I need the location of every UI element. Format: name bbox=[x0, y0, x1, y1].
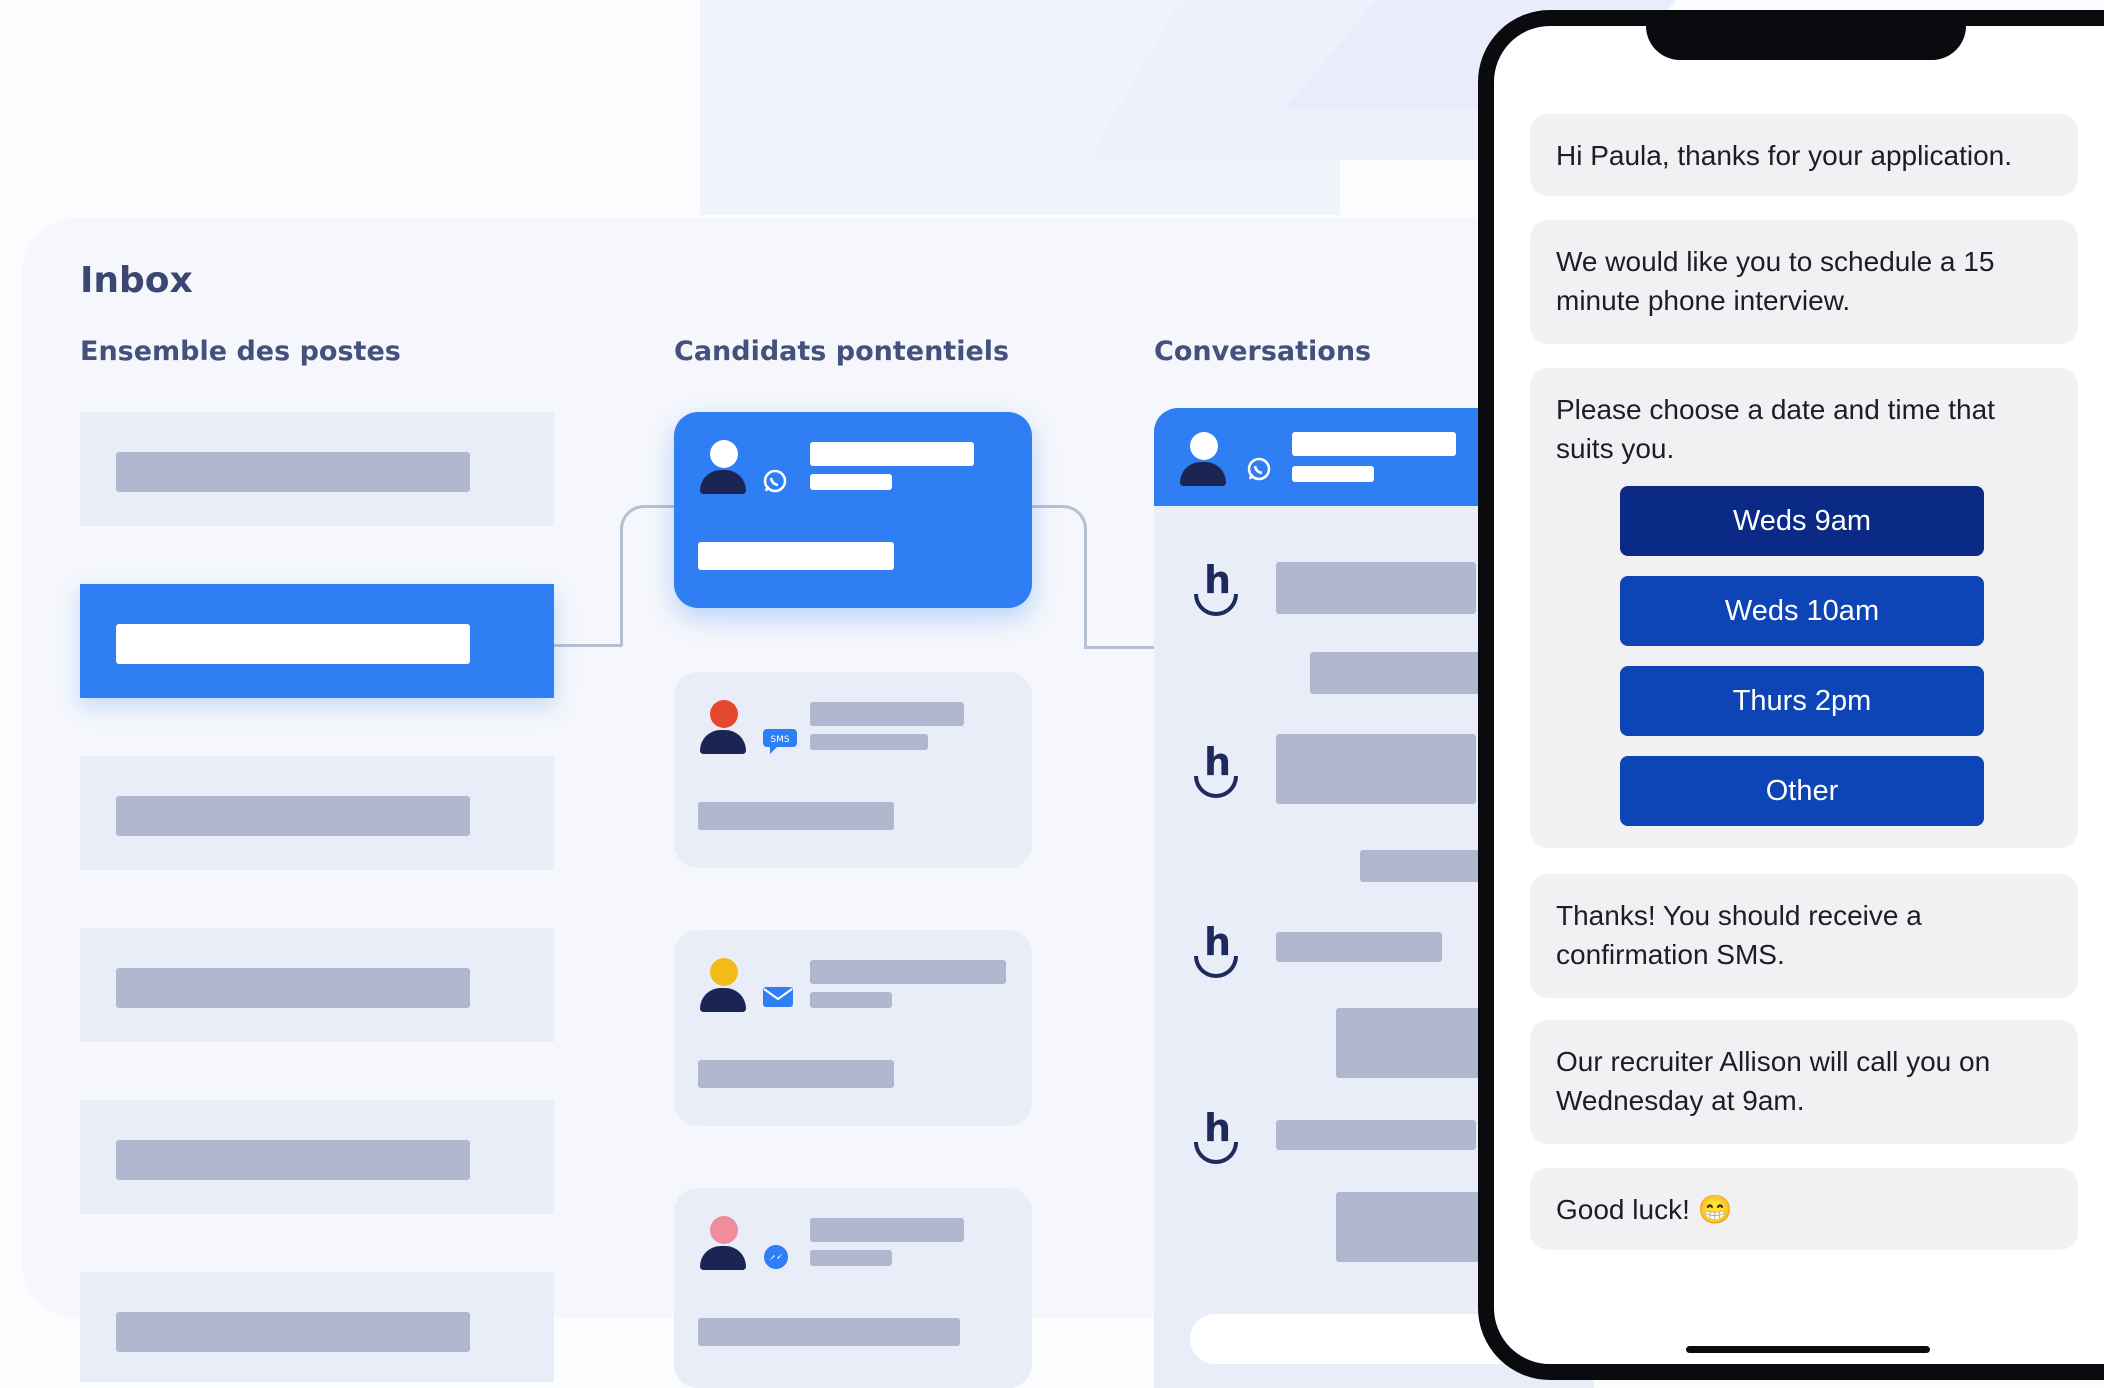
home-indicator bbox=[1686, 1346, 1930, 1353]
candidate-card[interactable] bbox=[674, 1188, 1032, 1388]
job-item-selected[interactable] bbox=[80, 584, 554, 698]
candidate-name-placeholder bbox=[810, 1218, 964, 1242]
sms-icon: SMS bbox=[762, 728, 798, 758]
svg-text:SMS: SMS bbox=[770, 735, 789, 745]
avatar bbox=[698, 440, 748, 496]
job-item[interactable] bbox=[80, 756, 554, 870]
job-item[interactable] bbox=[80, 1100, 554, 1214]
job-title-placeholder bbox=[116, 1140, 470, 1180]
mail-icon bbox=[762, 986, 794, 1012]
job-item[interactable] bbox=[80, 928, 554, 1042]
phone-notch bbox=[1646, 10, 1966, 60]
option-button-other[interactable]: Other bbox=[1620, 756, 1984, 826]
chat-message: Hi Paula, thanks for your application. bbox=[1530, 114, 2078, 196]
message-placeholder bbox=[1276, 734, 1476, 804]
candidate-meta-placeholder bbox=[810, 734, 928, 750]
whatsapp-icon bbox=[762, 468, 788, 498]
connector-line bbox=[620, 505, 677, 646]
connector-line bbox=[1084, 642, 1154, 649]
message-text: Our recruiter Allison will call you on W… bbox=[1556, 1046, 1991, 1116]
column-title-candidates: Candidats pontentiels bbox=[674, 336, 1010, 367]
avatar bbox=[698, 958, 748, 1014]
avatar bbox=[698, 700, 748, 756]
contact-name-placeholder bbox=[1292, 432, 1456, 456]
candidate-detail-placeholder bbox=[698, 802, 894, 830]
whatsapp-icon bbox=[1246, 456, 1272, 486]
message-text: Hi Paula, thanks for your application. bbox=[1556, 140, 2013, 171]
message-placeholder bbox=[1276, 1120, 1476, 1150]
messenger-icon bbox=[762, 1244, 790, 1276]
candidate-card[interactable]: SMS bbox=[674, 672, 1032, 868]
chat-message: Good luck! 😁 bbox=[1530, 1168, 2078, 1250]
candidate-detail-placeholder bbox=[698, 1318, 960, 1346]
chat-message: Thanks! You should receive a confirmatio… bbox=[1530, 874, 2078, 998]
bot-logo-icon: h bbox=[1190, 922, 1246, 986]
avatar bbox=[698, 1216, 748, 1272]
option-button-weds-10am[interactable]: Weds 10am bbox=[1620, 576, 1984, 646]
option-button-weds-9am[interactable]: Weds 9am bbox=[1620, 486, 1984, 556]
candidate-card[interactable] bbox=[674, 930, 1032, 1126]
candidate-meta-placeholder bbox=[810, 992, 892, 1008]
bot-logo-icon: h bbox=[1190, 1108, 1246, 1172]
candidate-name-placeholder bbox=[810, 960, 1006, 984]
job-title-placeholder bbox=[116, 968, 470, 1008]
candidate-name-placeholder bbox=[810, 442, 974, 466]
connector-line bbox=[554, 508, 622, 647]
message-placeholder bbox=[1276, 562, 1476, 614]
message-text: Good luck! 😁 bbox=[1556, 1194, 1733, 1225]
connector-line bbox=[1032, 505, 1087, 648]
message-text: Thanks! You should receive a confirmatio… bbox=[1556, 900, 1922, 970]
contact-meta-placeholder bbox=[1292, 466, 1374, 482]
job-title-placeholder bbox=[116, 452, 470, 492]
option-button-thurs-2pm[interactable]: Thurs 2pm bbox=[1620, 666, 1984, 736]
message-placeholder bbox=[1276, 932, 1442, 962]
avatar bbox=[1178, 432, 1228, 488]
job-title-placeholder bbox=[116, 796, 470, 836]
column-title-conversations: Conversations bbox=[1154, 336, 1372, 367]
message-text: We would like you to schedule a 15 minut… bbox=[1556, 246, 1995, 316]
column-title-jobs: Ensemble des postes bbox=[80, 336, 401, 367]
candidate-detail-placeholder bbox=[698, 1060, 894, 1088]
chat-message: We would like you to schedule a 15 minut… bbox=[1530, 220, 2078, 344]
candidate-detail-placeholder bbox=[698, 542, 894, 570]
chat-message: Our recruiter Allison will call you on W… bbox=[1530, 1020, 2078, 1144]
bot-logo-icon: h bbox=[1190, 742, 1246, 806]
candidate-meta-placeholder bbox=[810, 474, 892, 490]
job-title-placeholder bbox=[116, 1312, 470, 1352]
candidate-name-placeholder bbox=[810, 702, 964, 726]
message-text: Please choose a date and time that suits… bbox=[1556, 394, 1995, 464]
page-title: Inbox bbox=[80, 260, 193, 301]
job-item[interactable] bbox=[80, 412, 554, 526]
bot-logo-icon: h bbox=[1190, 560, 1246, 624]
candidate-card-selected[interactable] bbox=[674, 412, 1032, 608]
candidate-meta-placeholder bbox=[810, 1250, 892, 1266]
job-item[interactable] bbox=[80, 1272, 554, 1382]
job-title-placeholder bbox=[116, 624, 470, 664]
